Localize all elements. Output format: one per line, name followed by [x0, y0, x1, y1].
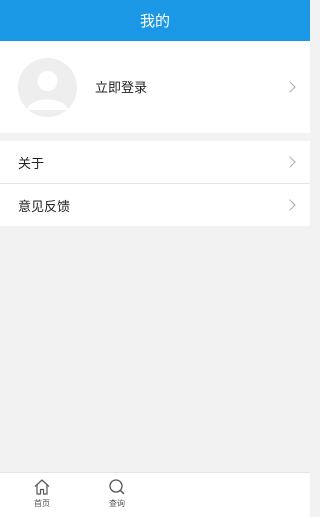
menu-item-about[interactable]: 关于 — [0, 141, 310, 183]
menu-item-label: 关于 — [18, 156, 45, 172]
user-avatar-icon — [18, 58, 77, 117]
tab-search-label: 查询 — [109, 499, 125, 508]
menu-list: 关于 意见反馈 — [0, 141, 310, 226]
chevron-right-icon — [284, 81, 296, 93]
tab-home-label: 首页 — [34, 499, 50, 508]
login-row[interactable]: 立即登录 — [0, 41, 310, 133]
tab-home[interactable]: 首页 — [22, 477, 62, 509]
chevron-right-icon — [284, 199, 296, 211]
page-title: 我的 — [139, 12, 170, 30]
tab-search[interactable]: 查询 — [97, 477, 137, 509]
chevron-right-icon — [284, 156, 296, 168]
login-label: 立即登录 — [95, 81, 148, 96]
search-icon — [109, 479, 125, 495]
menu-item-feedback[interactable]: 意见反馈 — [0, 183, 310, 226]
page-header: 我的 — [0, 0, 310, 41]
menu-item-label: 意见反馈 — [18, 199, 71, 215]
home-icon — [34, 479, 50, 495]
bottom-tab-bar: 首页 查询 — [0, 472, 310, 517]
